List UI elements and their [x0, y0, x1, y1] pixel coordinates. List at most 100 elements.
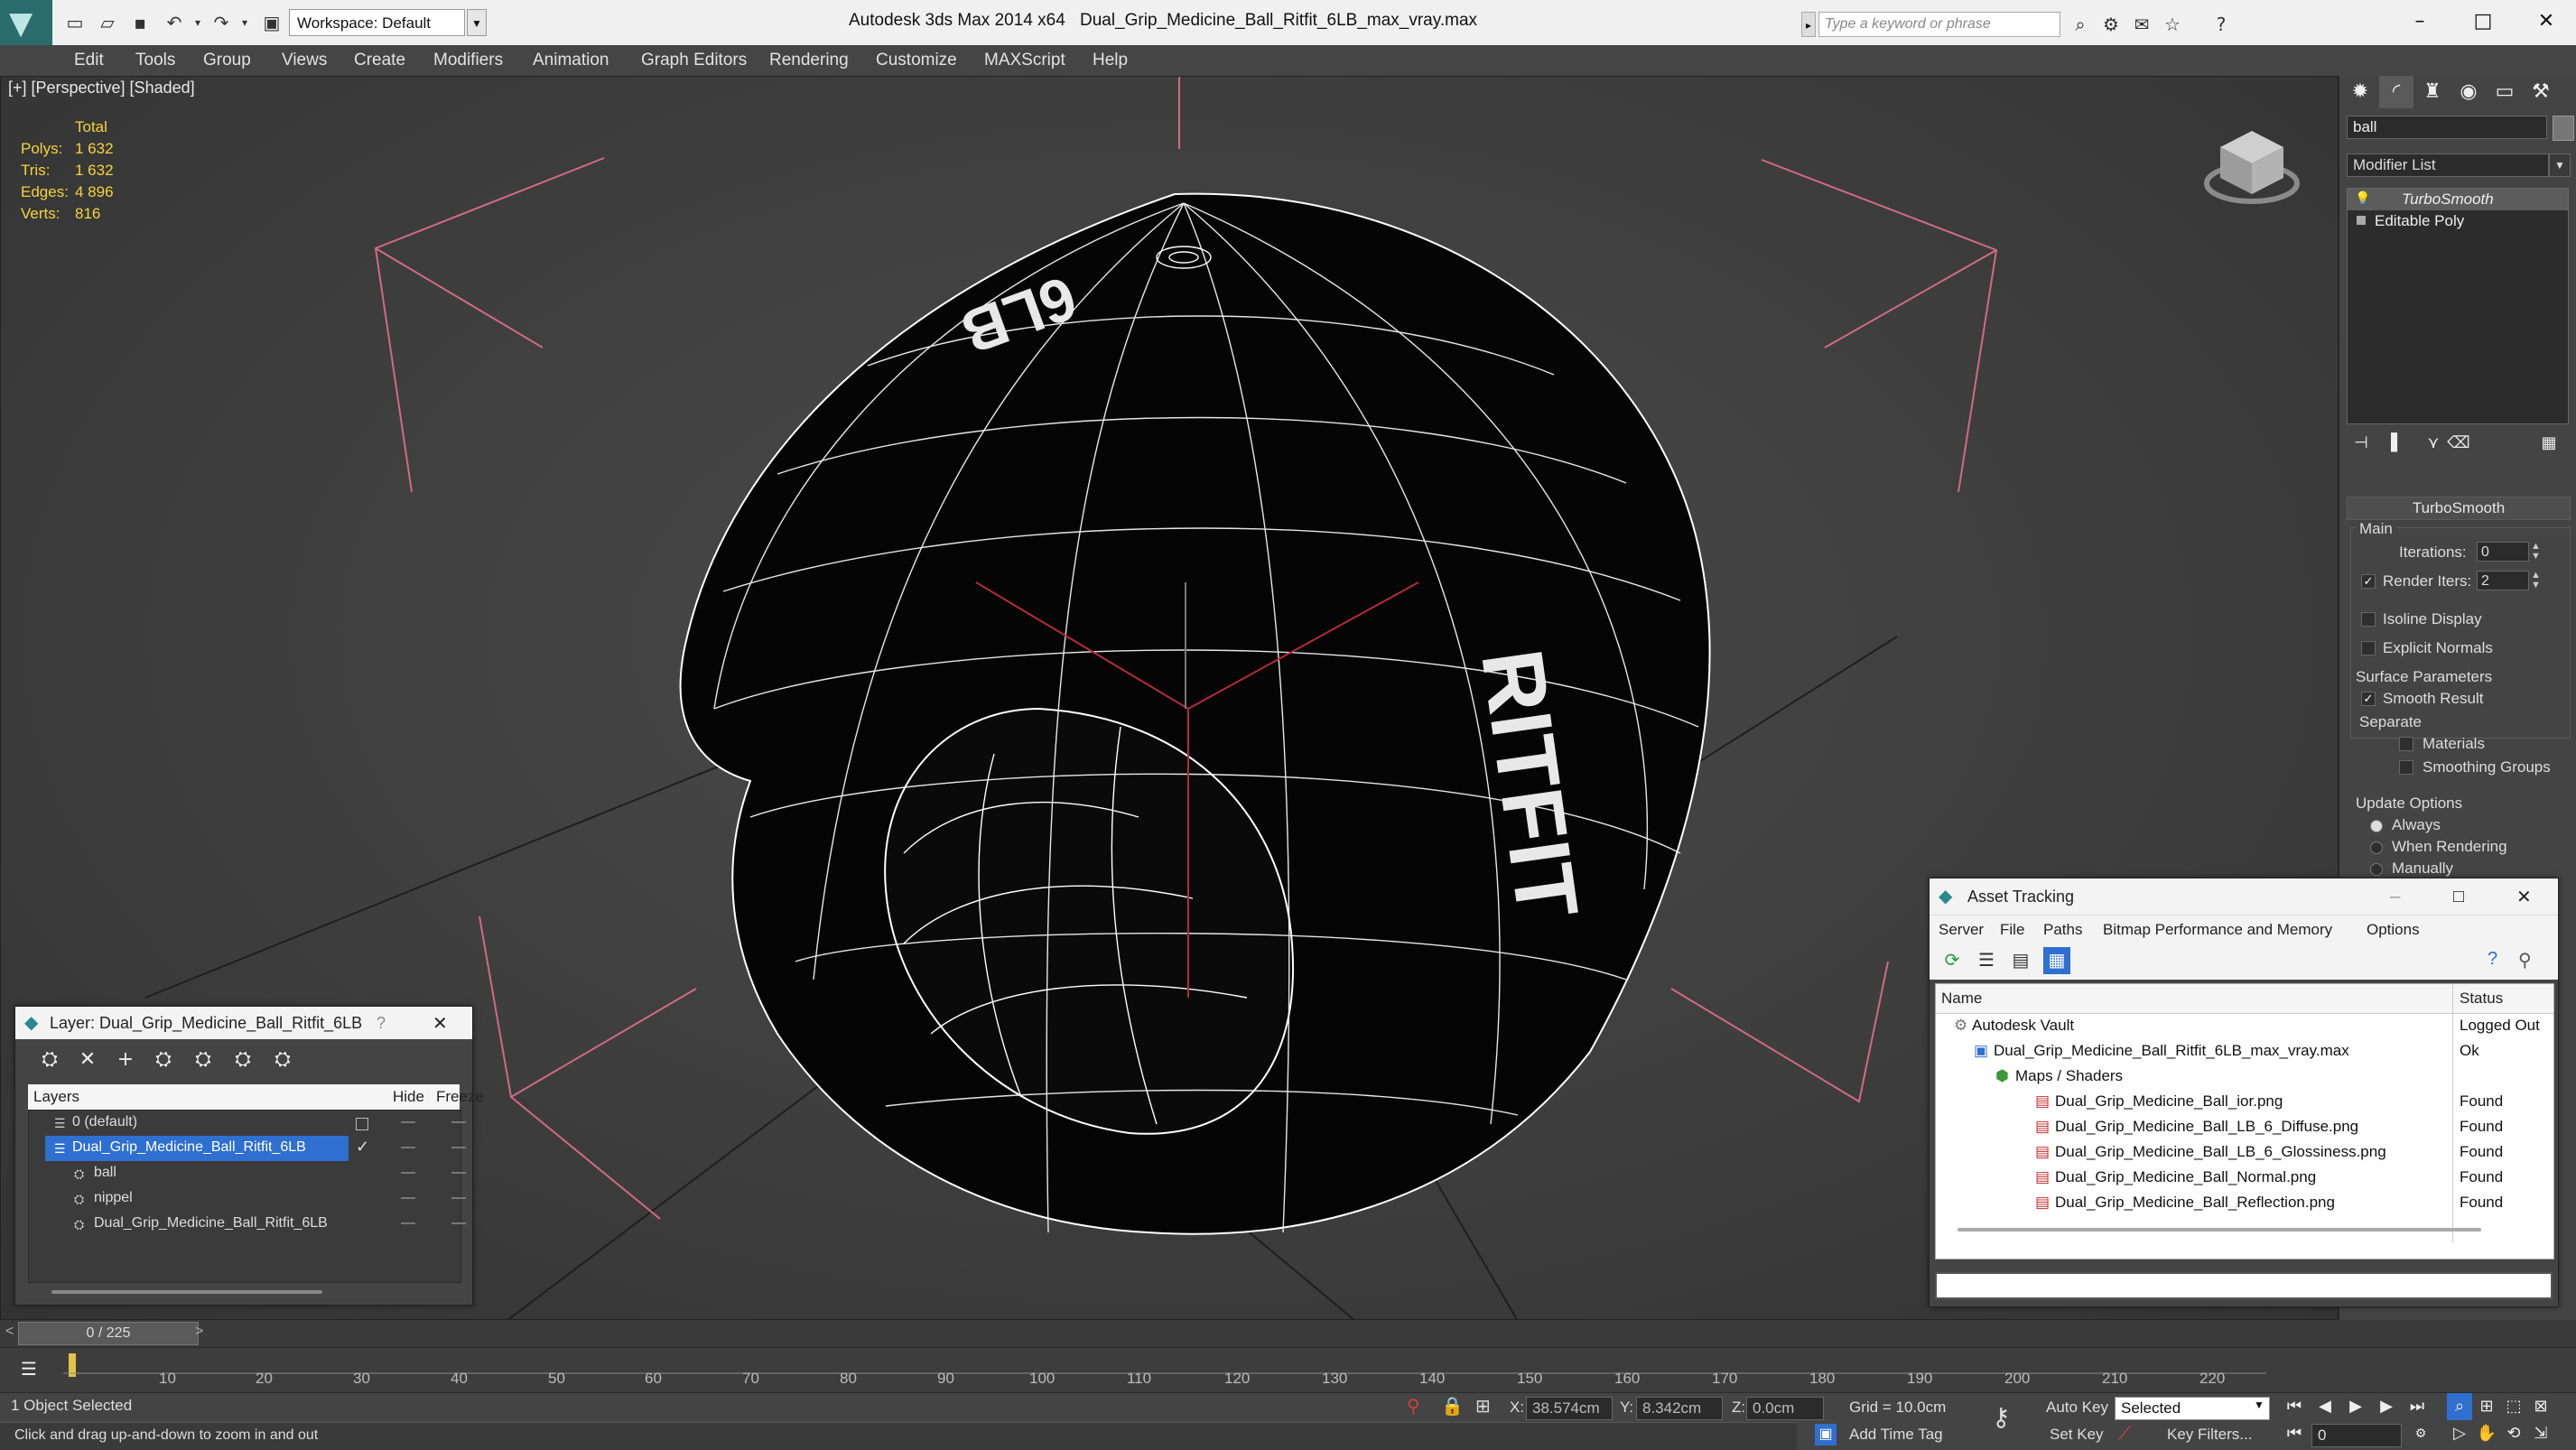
materials-checkbox[interactable]	[2399, 737, 2413, 751]
table-view-icon[interactable]: ▦	[2043, 947, 2070, 974]
asset-window-titlebar[interactable]: ◆ Asset Tracking – □ ✕	[1930, 878, 2558, 915]
asset-menu-paths[interactable]: Paths	[2043, 921, 2082, 939]
table-row[interactable]: ⚙ Autodesk Vault Logged Out	[1936, 1013, 2553, 1038]
minimize-window-icon[interactable]: –	[2393, 5, 2447, 38]
layer-window-close-icon[interactable]: ✕	[432, 1007, 448, 1039]
freeze-toggle[interactable]	[451, 1172, 466, 1174]
asset-window-maximize-icon[interactable]: □	[2453, 878, 2464, 915]
asset-help-icon[interactable]: ?	[2488, 949, 2497, 970]
lightbulb-icon[interactable]: 💡	[2355, 191, 2370, 206]
maximize-viewport-icon[interactable]: ⇲	[2528, 1420, 2553, 1447]
key-mode-toggle-icon[interactable]: ⏮	[2279, 1420, 2310, 1447]
hide-column-header[interactable]: Hide	[393, 1088, 424, 1106]
asset-window-close-icon[interactable]: ✕	[2516, 878, 2532, 915]
modifier-stack[interactable]: 💡 TurboSmooth Editable Poly	[2347, 188, 2569, 424]
layers-column-header[interactable]: Layers	[33, 1088, 79, 1106]
table-row[interactable]: ▣ Dual_Grip_Medicine_Ball_Ritfit_6LB_max…	[1936, 1038, 2553, 1064]
create-tab-icon[interactable]: ✹	[2343, 76, 2377, 108]
play-icon[interactable]: ▶	[2340, 1393, 2371, 1420]
table-row[interactable]: ▤ Dual_Grip_Medicine_Ball_LB_6_Glossines…	[1936, 1139, 2553, 1165]
hide-toggle[interactable]	[401, 1222, 415, 1224]
y-coord-input[interactable]: 8.342cm	[1636, 1397, 1723, 1420]
menu-graph-editors[interactable]: Graph Editors	[641, 45, 747, 76]
display-tab-icon[interactable]: ▭	[2488, 76, 2522, 108]
undo-icon[interactable]: ↶	[163, 11, 186, 34]
time-slider[interactable]: < 0 / 225 >	[0, 1320, 2576, 1347]
track-bar[interactable]: ☰ 10 20 30 40 50 60 70 80 90 100 110 120…	[0, 1347, 2576, 1393]
freeze-toggle[interactable]	[451, 1222, 466, 1224]
add-time-tag-label[interactable]: Add Time Tag	[1849, 1426, 1943, 1444]
pin-stack-icon[interactable]: ⊣	[2345, 428, 2377, 459]
table-row[interactable]: ☰ 0 (default)	[29, 1111, 466, 1136]
new-file-icon[interactable]: ▭	[63, 11, 87, 34]
menu-create[interactable]: Create	[354, 45, 405, 76]
save-file-icon[interactable]: ▪	[128, 11, 152, 34]
current-frame-input[interactable]: 0	[2311, 1424, 2402, 1447]
table-row[interactable]: ▤ Dual_Grip_Medicine_Ball_Reflection.png…	[1936, 1190, 2553, 1215]
keyword-search-input[interactable]: Type a keyword or phrase	[1818, 12, 2060, 37]
menu-help[interactable]: Help	[1093, 45, 1128, 76]
redo-dropdown-icon[interactable]: ▾	[233, 11, 256, 34]
table-row[interactable]: ⛭ nippel	[29, 1186, 466, 1212]
freeze-toggle[interactable]	[451, 1197, 466, 1199]
hide-toggle[interactable]	[401, 1197, 415, 1199]
orbit-icon[interactable]: ⟲	[2501, 1420, 2526, 1447]
spinner-arrows-icon[interactable]: ▲ ▼	[2531, 571, 2541, 590]
close-window-icon[interactable]: ✕	[2519, 5, 2573, 38]
previous-frame-icon[interactable]: ◀	[2310, 1393, 2340, 1420]
workspace-dropdown-arrow-icon[interactable]: ▼	[467, 9, 487, 36]
menu-group[interactable]: Group	[203, 45, 251, 76]
freeze-column-header[interactable]: Freeze	[436, 1088, 484, 1106]
go-to-start-icon[interactable]: ⏮	[2279, 1393, 2310, 1420]
show-end-result-icon[interactable]: ▌	[2381, 428, 2413, 459]
table-row[interactable]: ⛭ ball	[29, 1161, 466, 1186]
refresh-icon[interactable]: ⟳	[1940, 949, 1964, 972]
next-frame-icon[interactable]: ▶	[2371, 1393, 2402, 1420]
table-row[interactable]: ▤ Dual_Grip_Medicine_Ball_Normal.png Fou…	[1936, 1165, 2553, 1190]
menu-animation[interactable]: Animation	[533, 45, 609, 76]
set-keys-icon[interactable]: ⟋	[2118, 1424, 2131, 1445]
iterations-spinner[interactable]: 0	[2477, 542, 2529, 562]
when-rendering-radio[interactable]	[2370, 841, 2383, 854]
hide-toggle[interactable]	[401, 1121, 415, 1123]
hierarchy-tab-icon[interactable]: ♜	[2415, 76, 2450, 108]
auto-key-button[interactable]: Auto Key	[2046, 1399, 2108, 1417]
menu-views[interactable]: Views	[282, 45, 327, 76]
stack-item-editable-poly[interactable]: Editable Poly	[2348, 210, 2568, 232]
table-row[interactable]: ⬢ Maps / Shaders	[1936, 1064, 2553, 1089]
asset-pin-icon[interactable]: ⚲	[2518, 949, 2532, 971]
time-configuration-icon[interactable]: ⚙	[2405, 1420, 2436, 1447]
workspace-dropdown[interactable]: Workspace: Default	[289, 9, 465, 36]
menu-edit[interactable]: Edit	[74, 45, 104, 76]
go-to-end-icon[interactable]: ⏭	[2402, 1393, 2432, 1420]
asset-horizontal-scrollbar[interactable]	[1958, 1228, 2481, 1232]
app-menu-button[interactable]: ▼	[0, 0, 52, 45]
isoline-display-checkbox[interactable]	[2361, 612, 2376, 627]
add-to-layer-icon[interactable]: +	[109, 1045, 142, 1075]
thumbnail-view-icon[interactable]: ▤	[2009, 949, 2032, 972]
layer-help-icon[interactable]: ?	[377, 1007, 386, 1039]
hide-all-layers-icon[interactable]: ⛭	[227, 1045, 259, 1075]
search-expand-icon[interactable]: ▸	[1801, 12, 1816, 37]
remove-modifier-icon[interactable]: ⌫	[2442, 428, 2475, 459]
zoom-icon[interactable]: ⌕	[2447, 1393, 2472, 1420]
smooth-result-checkbox[interactable]: ✓	[2361, 692, 2376, 706]
time-slider-prev-icon[interactable]: <	[5, 1324, 14, 1340]
layer-horizontal-scrollbar[interactable]	[51, 1290, 322, 1294]
manually-radio[interactable]	[2370, 863, 2383, 876]
table-row[interactable]: ☰ Dual_Grip_Medicine_Ball_Ritfit_6LB ✓	[29, 1136, 466, 1161]
delete-layer-icon[interactable]: ✕	[71, 1045, 104, 1075]
field-of-view-icon[interactable]: ▷	[2447, 1420, 2472, 1447]
redo-icon[interactable]: ↷	[209, 11, 233, 34]
key-set-dropdown[interactable]: Selected	[2115, 1397, 2270, 1420]
explicit-normals-checkbox[interactable]	[2361, 641, 2376, 655]
highlight-selected-layer-icon[interactable]: ⛭	[187, 1045, 219, 1075]
zoom-extents-icon[interactable]: ⬚	[2501, 1393, 2526, 1420]
configure-modifier-sets-icon[interactable]: ▦	[2533, 428, 2565, 459]
absolute-mode-icon[interactable]: ⊞	[1475, 1395, 1491, 1417]
selection-lock-icon[interactable]: 🔒	[1441, 1395, 1464, 1417]
set-key-button[interactable]: Set Key	[2050, 1426, 2104, 1444]
stack-item-turbosmooth[interactable]: 💡 TurboSmooth	[2348, 189, 2568, 210]
zoom-all-icon[interactable]: ⊞	[2474, 1393, 2499, 1420]
freeze-toggle[interactable]	[451, 1147, 466, 1148]
